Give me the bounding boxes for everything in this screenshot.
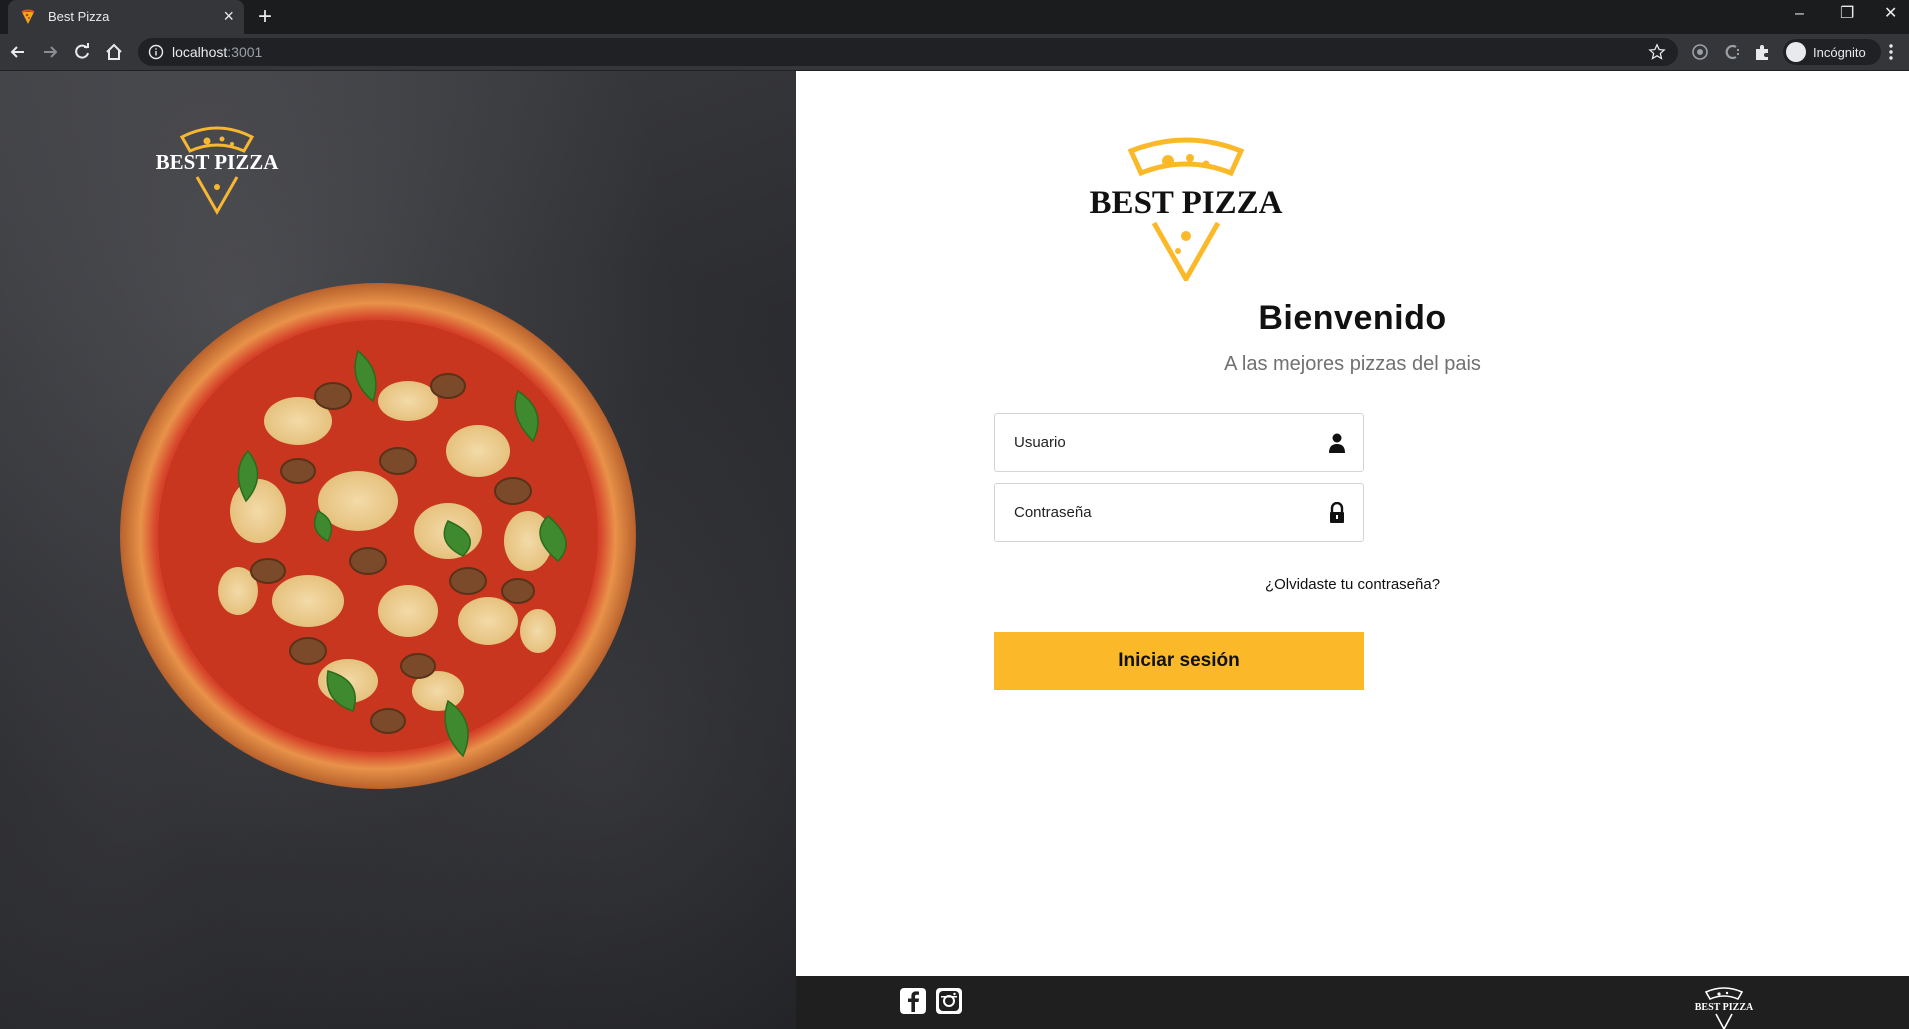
welcome-title: Bienvenido <box>1258 299 1447 337</box>
brand-logo-text: BEST PIZZA <box>1090 185 1283 221</box>
incognito-icon <box>1786 42 1806 62</box>
pizza-favicon-icon <box>21 9 35 24</box>
incognito-label: Incógnito <box>1813 45 1866 60</box>
browser-menu-icon[interactable] <box>1888 42 1894 62</box>
url-text[interactable]: localhost:3001 <box>172 44 262 60</box>
username-input[interactable] <box>996 415 1316 470</box>
lock-icon <box>1330 502 1344 523</box>
brand-logo: BEST PIZZA <box>1090 137 1283 281</box>
pizza-image <box>120 283 636 789</box>
extension-c-icon[interactable] <box>1722 42 1742 62</box>
welcome-subtitle: A las mejores pizzas del pais <box>1224 353 1481 375</box>
instagram-icon[interactable] <box>936 988 962 1014</box>
brand-logo-light: BEST PIZZA <box>156 126 280 216</box>
hero-image-panel: BEST PIZZA <box>0 71 796 1029</box>
facebook-glyph <box>908 991 919 1012</box>
url-host: localhost <box>172 44 228 60</box>
bookmark-star-icon[interactable] <box>1648 43 1666 61</box>
footer-brand-logo: BEST PIZZA <box>1695 987 1754 1029</box>
password-input[interactable] <box>996 485 1316 540</box>
home-icon[interactable] <box>104 42 124 62</box>
reload-icon[interactable] <box>72 42 92 62</box>
minimize-button[interactable]: – <box>1795 4 1804 24</box>
password-field[interactable] <box>994 483 1364 542</box>
browser-tab-strip: Best Pizza × + – ❐ ✕ <box>0 0 1909 34</box>
username-field[interactable] <box>994 413 1364 472</box>
login-button[interactable]: Iniciar sesión <box>994 632 1364 690</box>
address-bar[interactable]: localhost:3001 <box>138 38 1678 66</box>
site-info-icon[interactable] <box>148 44 164 60</box>
new-tab-button[interactable]: + <box>258 3 272 31</box>
user-icon <box>1329 433 1345 453</box>
restore-button[interactable]: ❐ <box>1840 4 1854 24</box>
footer: BEST PIZZA <box>796 976 1909 1029</box>
browser-toolbar: localhost:3001 Incógnito <box>0 34 1909 71</box>
login-panel: BEST PIZZA Bienvenido A las mejores pizz… <box>796 71 1909 976</box>
extension-target-icon[interactable] <box>1690 42 1710 62</box>
instagram-glyph <box>939 991 959 1011</box>
incognito-profile-button[interactable]: Incógnito <box>1783 39 1881 65</box>
back-icon[interactable] <box>8 42 28 62</box>
footer-logo-text: BEST PIZZA <box>1695 1002 1754 1013</box>
extensions-puzzle-icon[interactable] <box>1752 42 1772 62</box>
brand-logo-light-text: BEST PIZZA <box>156 150 280 174</box>
url-port: :3001 <box>227 44 263 60</box>
tab-close-icon[interactable]: × <box>223 5 234 27</box>
close-window-button[interactable]: ✕ <box>1884 4 1897 24</box>
tab-title: Best Pizza <box>48 9 110 24</box>
forgot-password-link[interactable]: ¿Olvidaste tu contraseña? <box>796 576 1909 593</box>
facebook-icon[interactable] <box>900 988 926 1014</box>
browser-tab[interactable]: Best Pizza × <box>8 0 244 34</box>
forward-icon[interactable] <box>40 42 60 62</box>
